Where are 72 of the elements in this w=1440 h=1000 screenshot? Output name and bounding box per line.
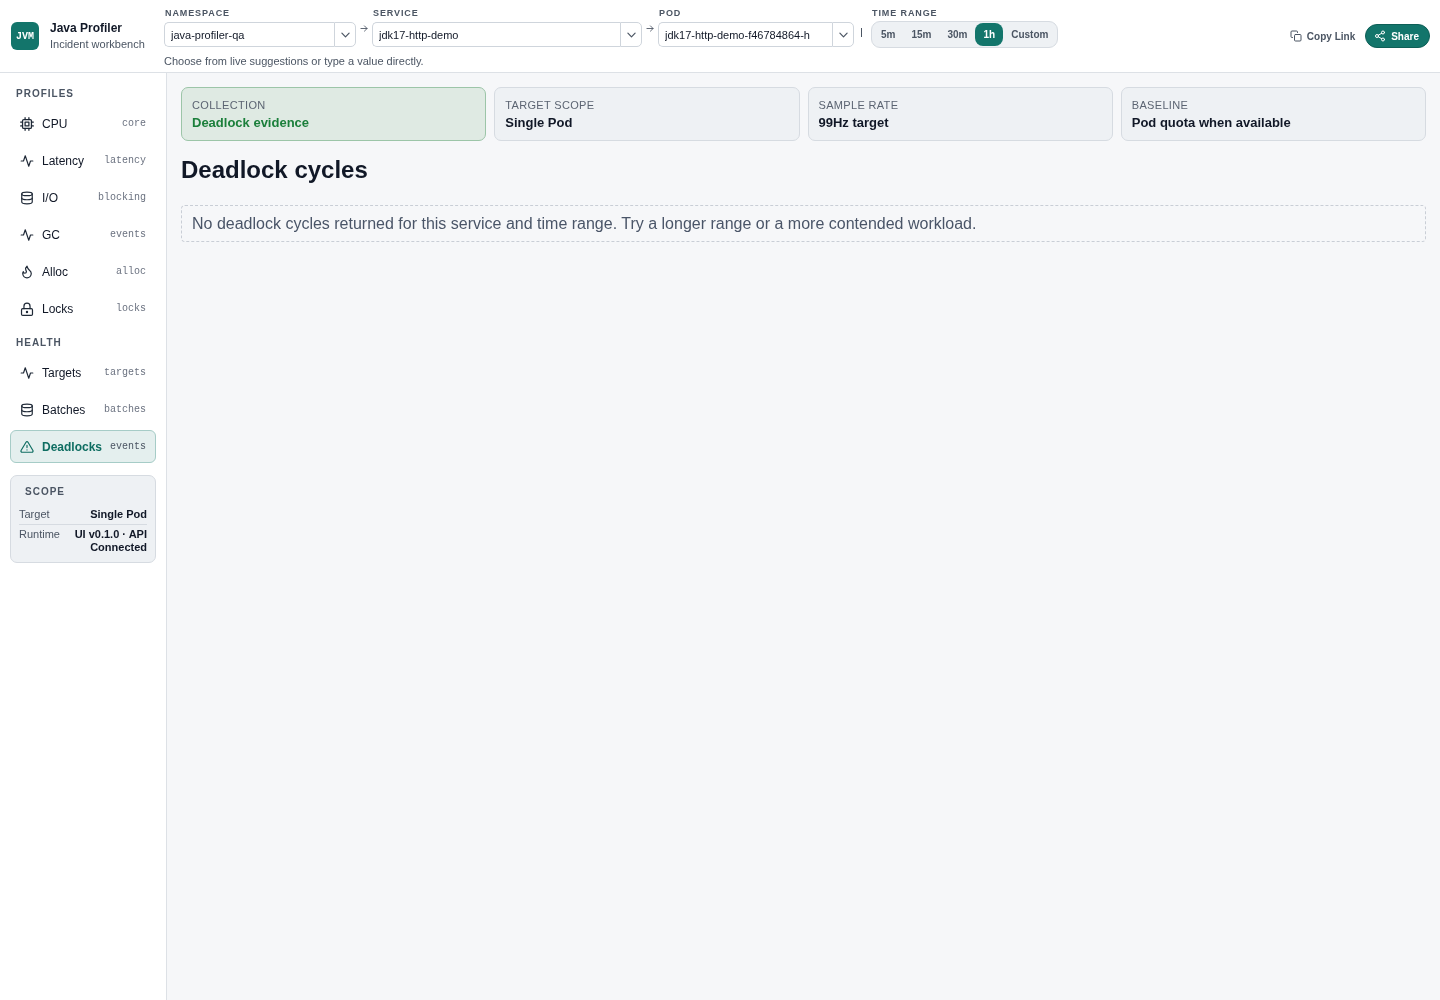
selector-input[interactable]: jdk17-http-demo-f46784864-h [658, 22, 832, 47]
card-label: TARGET SCOPE [505, 97, 595, 112]
chevron-down-icon [340, 31, 350, 38]
chevron-down-icon [838, 31, 848, 38]
dropdown-button[interactable] [620, 22, 642, 47]
panel-heading: SCOPE [25, 485, 65, 499]
card-value: 99Hz target [818, 114, 889, 131]
time-range-option[interactable]: 1h [975, 23, 1004, 46]
dropdown-button[interactable] [334, 22, 356, 47]
card-value: Single Pod [505, 114, 573, 131]
database-icon [20, 402, 34, 417]
cpu-chip-icon [20, 116, 34, 131]
nav-item-meta: targets [104, 367, 146, 378]
copy-icon [1289, 30, 1302, 42]
field-label: NAMESPACE [164, 8, 230, 18]
sidebar-item[interactable]: Alloc alloc [10, 255, 156, 288]
sidebar-item[interactable]: Deadlocks events [10, 430, 156, 463]
time-range-option[interactable]: 5m [873, 23, 904, 46]
section-heading: PROFILES [16, 87, 74, 101]
nav-item-meta: core [122, 118, 146, 129]
scope-key: Target [19, 508, 50, 521]
card-label: COLLECTION [192, 97, 266, 112]
sidebar-item[interactable]: CPU core [10, 107, 156, 140]
page-heading: Deadlock cycles [181, 155, 368, 185]
selector-input[interactable]: jdk17-http-demo [372, 22, 620, 47]
sidebar-item[interactable]: Batches batches [10, 393, 156, 426]
arrow-right-icon [646, 25, 654, 32]
nav-item-meta: locks [116, 303, 146, 314]
card-label: SAMPLE RATE [818, 97, 899, 112]
time-range-option[interactable]: 15m [903, 23, 940, 46]
database-icon [20, 190, 34, 205]
time-range-option[interactable]: 30m [939, 23, 976, 46]
nav-item-meta: batches [104, 404, 146, 415]
app-logo: JVM [11, 22, 39, 50]
empty-state-message: No deadlock cycles returned for this service and time range. Try a longer range or a more contended workload. [181, 205, 1426, 242]
share-button[interactable]: Share [1365, 24, 1430, 48]
nav-item-meta: events [110, 229, 146, 240]
time-range-option[interactable]: Custom [1003, 23, 1057, 46]
nav-item-meta: events [110, 441, 147, 452]
sidebar-item[interactable]: I/O blocking [10, 181, 156, 214]
scope-key: Runtime [19, 528, 60, 541]
scope-value: UI v0.1.0 · API Connected [73, 528, 147, 554]
pulse-icon [20, 365, 34, 380]
card-value: Deadlock evidence [192, 114, 310, 131]
flame-icon [20, 264, 34, 279]
warning-icon [20, 439, 34, 454]
nav-item-meta: blocking [98, 192, 146, 203]
scope-value: Single Pod [90, 508, 147, 521]
field-label: SERVICE [372, 8, 419, 18]
arrow-right-icon [360, 25, 368, 32]
nav-item-meta: latency [104, 155, 146, 166]
lock-icon [20, 301, 34, 316]
card-label: BASELINE [1131, 97, 1189, 112]
card-value: Pod quota when available [1131, 114, 1291, 131]
sidebar-item[interactable]: Latency latency [10, 144, 156, 177]
app-subtitle: Incident workbench [50, 37, 145, 51]
sidebar-item[interactable]: GC events [10, 218, 156, 251]
share-icon [1374, 30, 1387, 42]
pulse-icon [20, 227, 34, 242]
copy-link-button[interactable]: Copy Link [1289, 30, 1356, 42]
selector-input[interactable]: java-profiler-qa [164, 22, 334, 47]
field-hint: Choose from live suggestions or type a value directly. [164, 55, 424, 68]
pulse-icon [20, 153, 34, 168]
section-heading: HEALTH [16, 336, 62, 350]
chevron-down-icon [626, 31, 636, 38]
sidebar-item[interactable]: Targets targets [10, 356, 156, 389]
field-label: TIME RANGE [871, 8, 938, 18]
sidebar-item[interactable]: Locks locks [10, 292, 156, 325]
app-title: Java Profiler [50, 21, 123, 36]
nav-item-meta: alloc [116, 266, 146, 277]
field-label: POD [658, 8, 682, 18]
dropdown-button[interactable] [832, 22, 854, 47]
